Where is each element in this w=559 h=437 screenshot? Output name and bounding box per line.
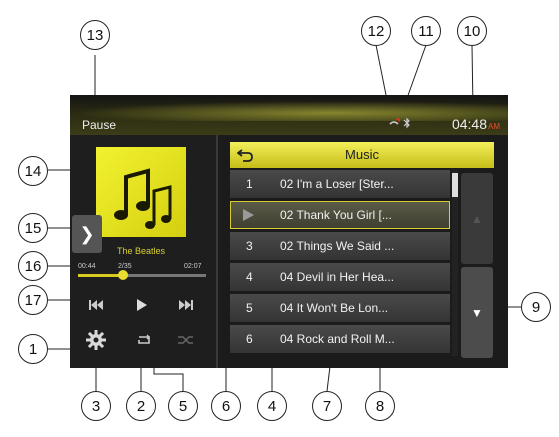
track-name: 02 Thank You Girl [... — [280, 208, 392, 222]
next-track-button[interactable] — [174, 295, 198, 315]
clock-time: 04:48 — [451, 116, 487, 132]
repeat-button[interactable] — [132, 329, 156, 351]
page-down-button[interactable]: ▼ — [461, 267, 493, 358]
elapsed-time: 00:44 — [78, 263, 96, 270]
now-playing-icon — [243, 209, 254, 221]
phone-missed-icon — [388, 116, 400, 134]
track-name: 04 It Won't Be Lon... — [280, 301, 389, 315]
settings-button[interactable] — [84, 329, 108, 351]
gear-icon — [86, 330, 106, 350]
callout-5: 5 — [168, 391, 198, 421]
callout-10: 10 — [457, 16, 487, 46]
progress-bar[interactable] — [78, 270, 206, 280]
repeat-icon — [138, 334, 150, 344]
tab-toggle-button[interactable]: ❯ — [72, 215, 102, 253]
track-row[interactable]: 4 04 Devil in Her Hea... — [230, 263, 450, 291]
panel-divider — [216, 135, 218, 368]
track-number: 4 — [246, 270, 253, 284]
artist-name: The Beatles — [116, 246, 166, 256]
music-note-icon — [114, 168, 172, 229]
play-button[interactable] — [130, 295, 154, 315]
callout-1: 1 — [18, 334, 48, 364]
track-name: 02 Things We Said ... — [280, 239, 395, 253]
connection-status-icons — [388, 116, 416, 134]
track-counter: 2/35 — [118, 263, 132, 270]
playback-status-text: Pause — [82, 118, 117, 132]
skip-back-icon — [89, 300, 103, 310]
track-row[interactable]: 3 02 Things We Said ... — [230, 232, 450, 260]
track-row[interactable]: 1 02 I'm a Loser [Ster... — [230, 170, 450, 198]
scrollbar[interactable] — [452, 170, 458, 356]
callout-15: 15 — [18, 213, 48, 243]
track-row[interactable]: 6 04 Rock and Roll M... — [230, 325, 450, 353]
track-name: 04 Rock and Roll M... — [280, 332, 395, 346]
shuffle-icon — [178, 336, 193, 344]
now-playing-panel: The Beatles ❯ 00:44 2/35 02:07 — [70, 135, 216, 368]
play-icon — [137, 299, 147, 311]
scrollbar-thumb[interactable] — [452, 173, 458, 197]
track-number: 3 — [246, 239, 253, 253]
playlist-header: Music — [230, 142, 494, 168]
playlist-title: Music — [345, 147, 379, 162]
page-up-button[interactable]: ▲ — [461, 173, 493, 264]
callout-16: 16 — [18, 251, 48, 281]
callout-2: 2 — [126, 391, 156, 421]
bluetooth-icon — [403, 116, 411, 134]
track-number: 5 — [246, 301, 253, 315]
music-player-screen: Pause 04:48AM The Beatles ❯ 00:44 2/35 0… — [70, 95, 508, 368]
track-number: 1 — [246, 177, 253, 191]
clock-am-pm: AM — [488, 122, 500, 131]
triangle-up-icon: ▲ — [471, 211, 483, 226]
callout-9: 9 — [521, 292, 551, 322]
album-art — [96, 147, 186, 237]
total-duration: 02:07 — [184, 263, 202, 270]
skip-forward-icon — [179, 300, 193, 310]
callout-13: 13 — [80, 20, 110, 50]
callout-7: 7 — [312, 391, 342, 421]
previous-track-button[interactable] — [84, 295, 108, 315]
track-row[interactable]: 5 04 It Won't Be Lon... — [230, 294, 450, 322]
callout-12: 12 — [361, 16, 391, 46]
progress-knob[interactable] — [117, 270, 128, 280]
callout-3: 3 — [81, 391, 111, 421]
track-list: 1 02 I'm a Loser [Ster... 02 Thank You Gir… — [230, 170, 450, 356]
track-name: 04 Devil in Her Hea... — [280, 270, 395, 284]
callout-11: 11 — [411, 16, 441, 46]
callout-6: 6 — [211, 391, 241, 421]
track-name: 02 I'm a Loser [Ster... — [280, 177, 394, 191]
triangle-down-icon: ▼ — [471, 305, 483, 320]
track-row[interactable]: 02 Thank You Girl [... — [230, 201, 450, 229]
chevron-right-icon: ❯ — [79, 223, 95, 244]
callout-14: 14 — [18, 156, 48, 186]
callout-8: 8 — [365, 391, 395, 421]
clock: 04:48AM — [452, 116, 500, 132]
shuffle-button[interactable] — [174, 329, 198, 351]
callout-4: 4 — [257, 391, 287, 421]
callout-17: 17 — [18, 285, 48, 315]
status-bar: Pause 04:48AM — [70, 95, 508, 135]
track-number: 6 — [246, 332, 253, 346]
